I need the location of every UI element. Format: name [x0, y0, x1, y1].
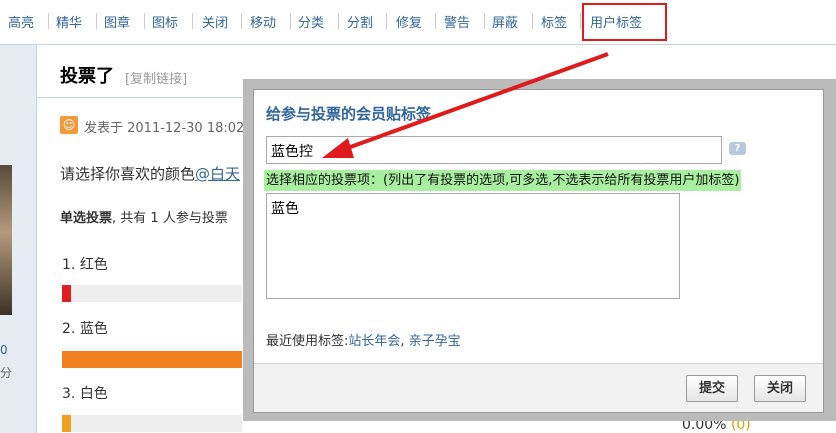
close-button[interactable]: 关闭 — [754, 375, 807, 402]
recent-tags-label: 最近使用标签: — [266, 334, 349, 349]
toolbar-move[interactable]: 移动 — [250, 12, 276, 31]
vote-option-list[interactable]: 蓝色 — [266, 193, 680, 299]
toolbar-divider — [484, 13, 485, 29]
poll-count: , 共有 1 人参与投票 — [112, 211, 228, 226]
poll-option-label: 红色 — [79, 257, 108, 273]
mention-link[interactable]: @白天 — [195, 165, 240, 183]
toolbar-repair[interactable]: 修复 — [396, 12, 422, 31]
toolbar-split[interactable]: 分割 — [347, 12, 373, 31]
user-tag-dialog: 给参与投票的会员贴标签 蓝色控 ? 选择相应的投票项：(列出了有投票的选项,可多… — [253, 89, 824, 413]
poll-bar-fill — [62, 351, 242, 368]
toolbar-divider — [435, 13, 436, 29]
toolbar-highlight[interactable]: 高亮 — [8, 12, 34, 31]
toolbar-block[interactable]: 屏蔽 — [492, 12, 518, 31]
toolbar-divider — [338, 13, 339, 29]
toolbar-digest[interactable]: 精华 — [56, 12, 82, 31]
toolbar-close[interactable]: 关闭 — [202, 12, 228, 31]
recent-tag[interactable]: 站长年会 — [348, 334, 400, 349]
toolbar-warn[interactable]: 警告 — [444, 12, 470, 31]
toolbar-divider — [241, 13, 242, 29]
toolbar-divider — [96, 13, 97, 29]
recent-tag-separator: , — [400, 334, 409, 349]
poll-option-label: 蓝色 — [79, 321, 108, 337]
speech-bubble-icon[interactable]: ? — [729, 142, 746, 155]
toolbar-divider — [386, 13, 387, 29]
toolbar-divider — [192, 13, 193, 29]
moderation-toolbar: 高亮 精华 图章 图标 关闭 移动 分类 分割 修复 警告 屏蔽 标签 用户标签 — [0, 0, 836, 45]
submit-button[interactable]: 提交 — [686, 375, 739, 402]
dialog-footer: 提交 关闭 — [254, 363, 823, 412]
toolbar-stamp[interactable]: 图章 — [104, 12, 130, 31]
tag-input[interactable]: 蓝色控 — [266, 136, 722, 164]
author-stat-unit: 分 — [0, 366, 13, 380]
poll-bar-fill — [62, 285, 71, 302]
toolbar-divider — [532, 13, 533, 29]
poll-option-index: 2. — [62, 321, 76, 337]
toolbar-divider — [144, 13, 145, 29]
poll-option-label: 白色 — [79, 386, 108, 402]
poll-option-index: 3. — [62, 386, 76, 402]
vote-option-item[interactable]: 蓝色 — [271, 198, 675, 218]
toolbar-tag[interactable]: 标签 — [541, 12, 567, 31]
poll-option: 2. 蓝色 — [62, 318, 108, 338]
recent-tag[interactable]: 亲子孕宝 — [409, 334, 461, 349]
poll-option: 1. 红色 — [62, 254, 108, 274]
user-tag-highlight-box — [582, 3, 667, 41]
post-timestamp: 发表于 2011-12-30 18:02 — [84, 121, 245, 136]
toolbar-divider — [48, 13, 49, 29]
poll-question: 请选择你喜欢的颜色@白天 — [60, 163, 240, 184]
toolbar-category[interactable]: 分类 — [298, 12, 324, 31]
poll-option-index: 1. — [62, 257, 76, 273]
recent-tags: 最近使用标签:站长年会, 亲子孕宝 — [266, 330, 461, 349]
author-stat-number[interactable]: 0 — [0, 343, 8, 357]
option-hint: 选择相应的投票项：(列出了有投票的选项,可多选,不选表示给所有投票用户加标签) — [264, 170, 742, 191]
poll-bar-fill — [62, 415, 71, 432]
avatar[interactable] — [0, 165, 12, 315]
page-title: 投票了 — [60, 66, 114, 87]
toolbar-divider — [290, 13, 291, 29]
poll-bar-track — [62, 415, 242, 432]
dialog-title: 给参与投票的会员贴标签 — [266, 105, 432, 123]
copy-link[interactable]: [复制链接] — [125, 68, 187, 87]
poll-question-text: 请选择你喜欢的颜色 — [60, 165, 196, 183]
toolbar-divider — [580, 13, 581, 29]
poll-bar-track — [62, 285, 242, 302]
poll-bar-track — [62, 351, 242, 368]
poll-type: 单选投票 — [60, 211, 113, 226]
poll-meta: 单选投票, 共有 1 人参与投票 — [60, 207, 228, 226]
toolbar-icon[interactable]: 图标 — [152, 12, 178, 31]
poll-option: 3. 白色 — [62, 383, 108, 403]
user-icon: ☺ — [60, 116, 78, 134]
